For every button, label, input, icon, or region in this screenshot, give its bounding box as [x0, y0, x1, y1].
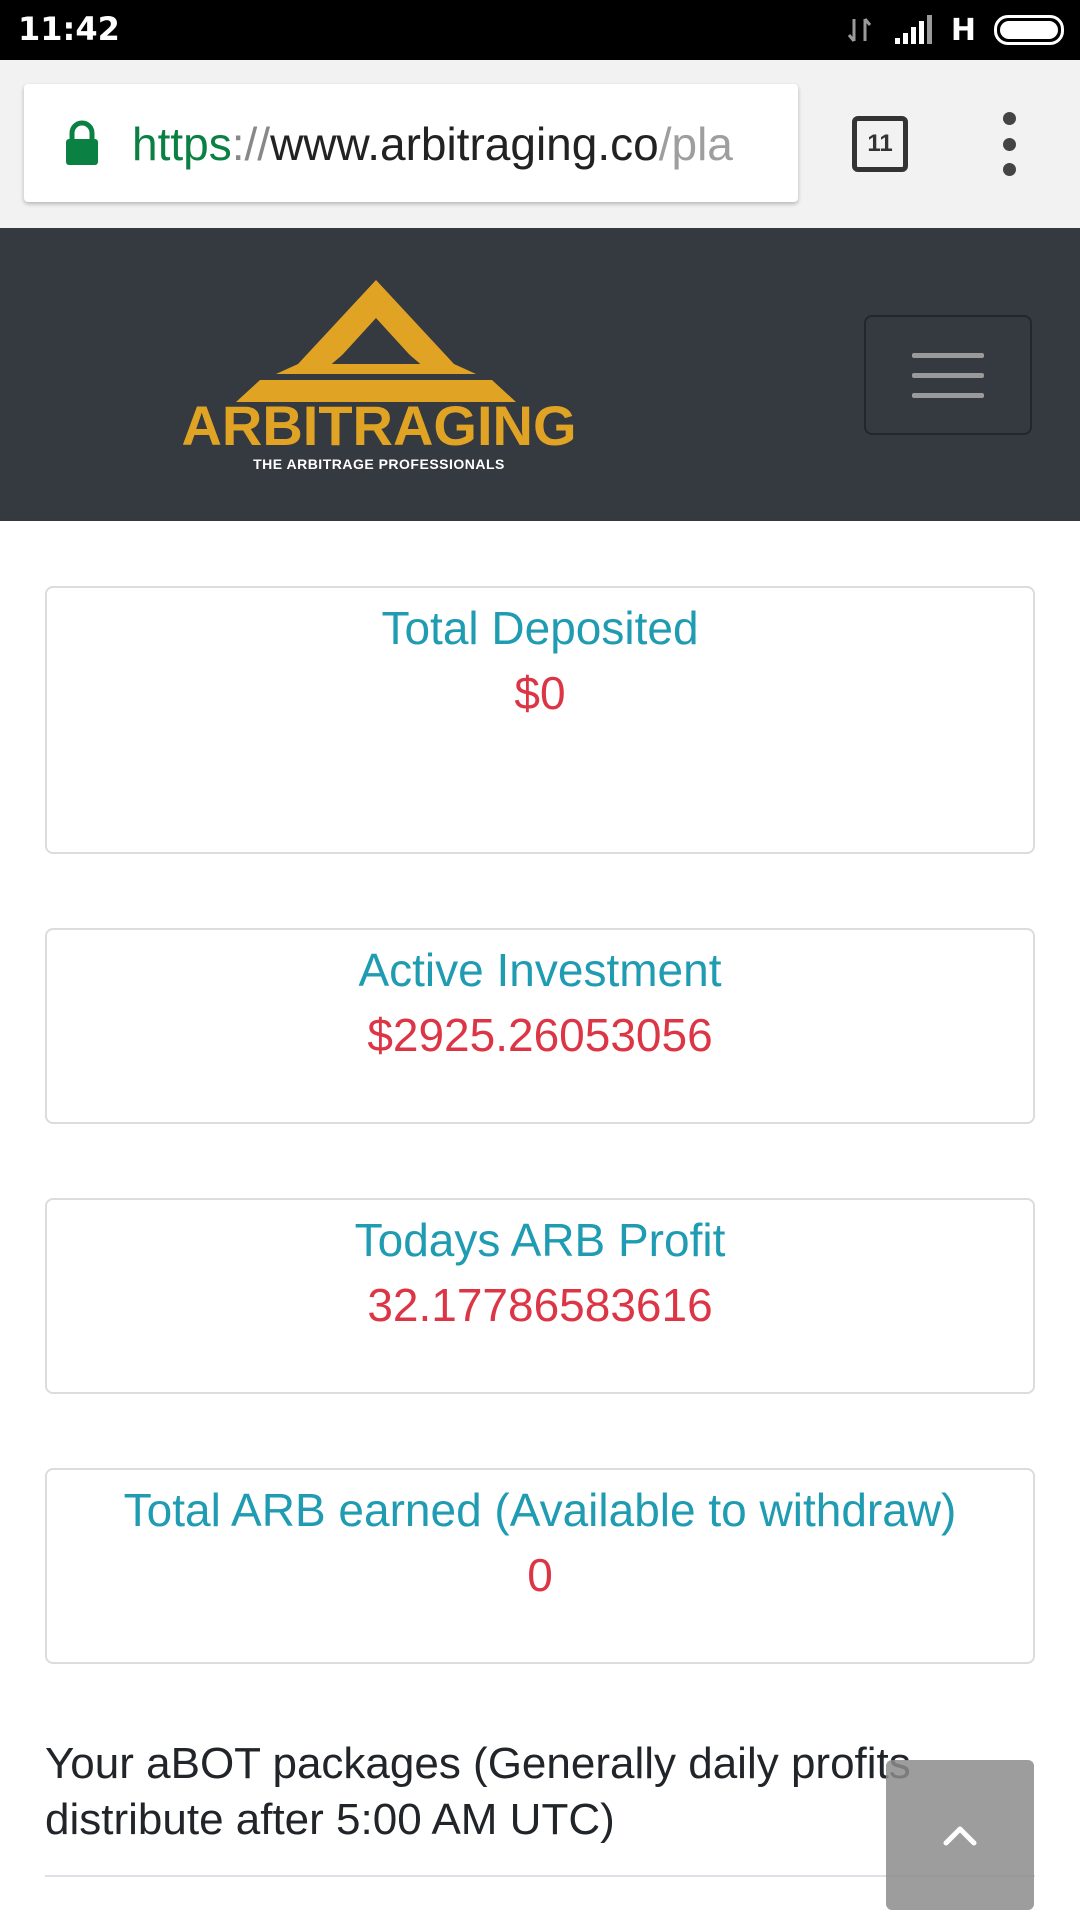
total-earned-card: Total ARB earned (Available to withdraw)…: [45, 1468, 1035, 1664]
card-label: Total ARB earned (Available to withdraw): [123, 1484, 957, 1536]
lock-icon: [66, 120, 98, 165]
card-value: 32.17786583616: [367, 1279, 713, 1331]
card-label: Total Deposited: [381, 602, 699, 654]
card-value: 0: [527, 1549, 553, 1601]
url-scheme: https: [132, 118, 232, 170]
battery-icon: [994, 15, 1064, 45]
url-text[interactable]: https://www.arbitraging.co/pla: [132, 114, 792, 174]
card-value: $2925.26053056: [367, 1009, 713, 1061]
site-logo[interactable]: ARBITRAGING THE ARBITRAGE PROFESSIONALS: [166, 280, 592, 480]
tabs-icon[interactable]: 11: [852, 116, 908, 172]
todays-profit-card: Todays ARB Profit 32.17786583616: [45, 1198, 1035, 1394]
card-value: $0: [514, 667, 566, 719]
network-type-label: H: [950, 12, 976, 48]
more-options-icon[interactable]: [994, 112, 1024, 176]
browser-toolbar: https://www.arbitraging.co/pla 11: [0, 60, 1080, 228]
signal-icon: [894, 15, 932, 44]
status-time: 11:42: [18, 10, 120, 48]
card-label: Active Investment: [358, 944, 722, 996]
address-bar[interactable]: https://www.arbitraging.co/pla: [24, 84, 798, 202]
status-icons: H: [845, 12, 1064, 48]
data-arrows-icon: [847, 18, 872, 42]
site-header: ARBITRAGING THE ARBITRAGE PROFESSIONALS: [0, 228, 1080, 521]
chevron-up-icon: [943, 1826, 977, 1846]
logo-tagline: THE ARBITRAGE PROFESSIONALS: [253, 456, 505, 472]
status-bar: 11:42 H: [0, 0, 1080, 60]
url-path: /pla: [658, 118, 733, 170]
active-investment-card: Active Investment $2925.26053056: [45, 928, 1035, 1124]
total-deposited-card: Total Deposited $0: [45, 586, 1035, 854]
hamburger-menu-icon[interactable]: [864, 315, 1032, 435]
logo-wordmark: ARBITRAGING: [181, 394, 577, 457]
logo-mark-icon: [236, 280, 516, 402]
url-separator: ://: [231, 118, 271, 170]
scroll-to-top-button[interactable]: [886, 1760, 1034, 1910]
card-label: Todays ARB Profit: [354, 1214, 726, 1266]
url-host: www.arbitraging.co: [270, 118, 659, 170]
tab-count: 11: [867, 130, 893, 157]
